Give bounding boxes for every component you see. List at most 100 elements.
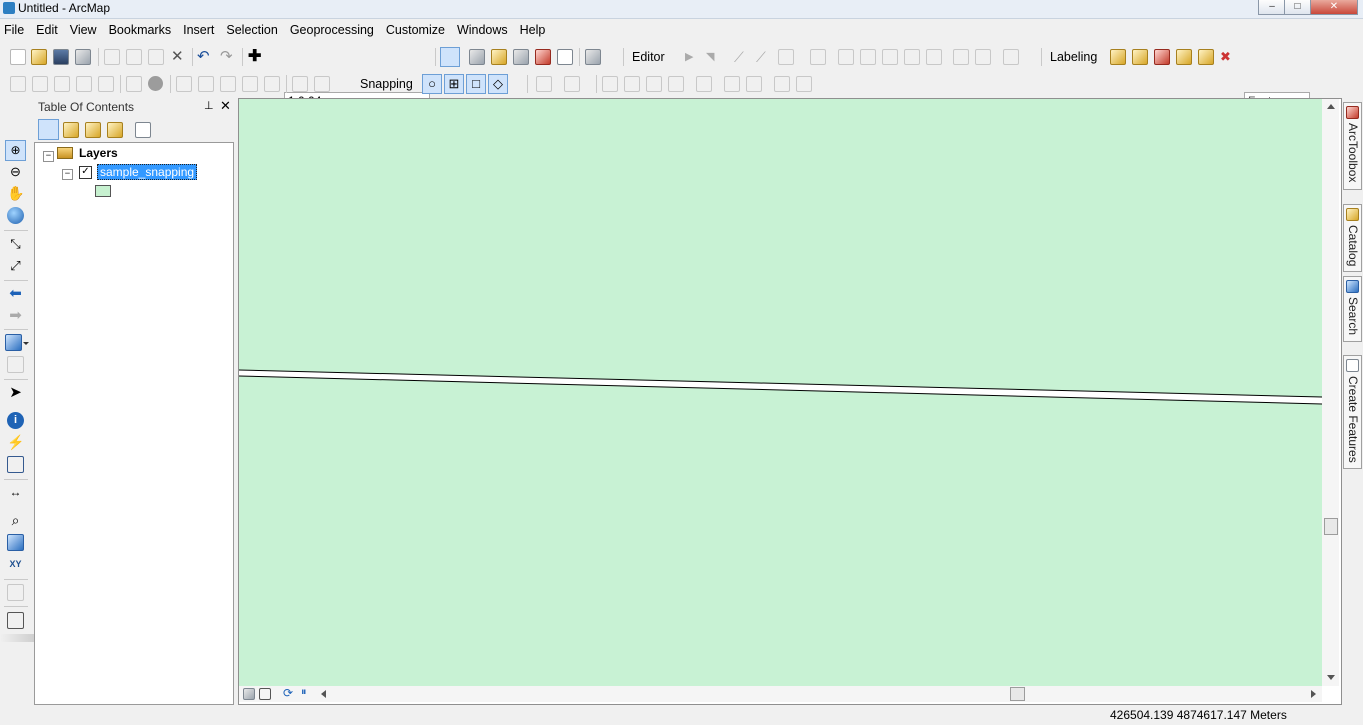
data-view-icon[interactable] [259, 688, 271, 700]
split-icon[interactable] [904, 49, 920, 65]
list-by-visibility-icon[interactable] [85, 122, 101, 138]
generalize-edit-icon[interactable] [746, 76, 762, 92]
delete-icon[interactable]: ✕ [171, 49, 187, 65]
lock-labels-icon[interactable] [1176, 49, 1192, 65]
menu-customize[interactable]: Customize [380, 20, 451, 37]
layer-visibility-checkbox[interactable]: ✓ [79, 166, 92, 179]
reshape-icon[interactable] [860, 49, 876, 65]
menu-edit[interactable]: Edit [30, 20, 64, 37]
rectify-icon[interactable] [796, 76, 812, 92]
fix-topology-icon[interactable] [176, 76, 192, 92]
hyperlink-icon[interactable]: ⚡ [7, 434, 24, 451]
align-edge-icon[interactable] [76, 76, 92, 92]
menu-geoprocessing[interactable]: Geoprocessing [284, 20, 380, 37]
add-data-icon[interactable]: ✚ [248, 49, 264, 65]
model-builder-icon[interactable] [585, 49, 601, 65]
pause-labeling-icon[interactable] [1198, 49, 1214, 65]
go-to-xy-icon[interactable]: XY [7, 556, 24, 573]
snapping-menu[interactable]: Snapping [360, 77, 413, 91]
menu-file[interactable]: File [0, 20, 30, 37]
edit-annotation-icon[interactable]: ◥ [706, 49, 722, 65]
clear-selection-icon[interactable] [7, 356, 24, 373]
tab-create-features[interactable]: Create Features [1343, 355, 1362, 469]
collapse-layer-icon[interactable]: − [62, 169, 73, 180]
menu-help[interactable]: Help [514, 20, 552, 37]
editor-menu[interactable]: Editor [632, 50, 665, 64]
editor-toolbar-toggle-icon[interactable] [440, 47, 460, 67]
list-by-drawing-order-icon[interactable] [38, 119, 59, 140]
zoom-in-icon[interactable]: ⊕ [5, 140, 26, 161]
go-back-icon[interactable]: ⬅ [7, 285, 24, 302]
maximize-button[interactable]: □ [1284, 0, 1311, 15]
point-snapping-icon[interactable]: ○ [422, 74, 442, 94]
topology-edit-icon[interactable] [10, 76, 26, 92]
layer-name[interactable]: sample_snapping [97, 164, 198, 180]
label-manager-icon[interactable] [1110, 49, 1126, 65]
planarize-icon[interactable] [292, 76, 308, 92]
pan-icon[interactable]: ✋ [7, 185, 24, 202]
tab-arctoolbox[interactable]: ArcToolbox [1343, 102, 1362, 190]
reshape-edge-icon[interactable] [54, 76, 70, 92]
end-snapping-icon[interactable]: ⊞ [444, 74, 464, 94]
go-forward-icon[interactable]: ➡ [7, 307, 24, 324]
show-shared-features-icon[interactable] [242, 76, 258, 92]
validate-icon[interactable] [126, 76, 142, 92]
layout-view-icon[interactable] [243, 688, 255, 700]
scroll-left-icon[interactable] [321, 690, 326, 698]
edit-vertices-icon[interactable] [838, 49, 854, 65]
measure-icon[interactable]: ↔ [7, 484, 24, 501]
horizontal-scroll-thumb[interactable] [1010, 687, 1025, 701]
print-icon[interactable] [75, 49, 91, 65]
identify-icon[interactable]: i [7, 412, 24, 429]
select-features-icon[interactable] [5, 334, 22, 351]
html-popup-icon[interactable] [7, 456, 24, 473]
topology-rules-icon[interactable] [198, 76, 214, 92]
tab-search[interactable]: Search [1343, 276, 1362, 342]
vertical-scroll-thumb[interactable] [1324, 518, 1338, 535]
straight-segment-icon[interactable]: ⟋ [734, 49, 750, 65]
redo-icon[interactable]: ↷ [220, 49, 236, 65]
map-topology-icon[interactable] [220, 76, 236, 92]
topology-options-icon[interactable] [314, 76, 330, 92]
label-priority-icon[interactable] [1132, 49, 1148, 65]
close-icon[interactable]: ✕ [220, 98, 231, 114]
explode-multipart-icon[interactable] [724, 76, 740, 92]
new-document-icon[interactable] [10, 49, 26, 65]
open-icon[interactable] [31, 49, 47, 65]
create-features-icon[interactable] [1003, 49, 1019, 65]
copy-icon[interactable] [126, 49, 142, 65]
label-weight-icon[interactable] [1154, 49, 1170, 65]
minimize-button[interactable]: – [1258, 0, 1286, 15]
map-view[interactable] [239, 99, 1322, 686]
create-viewer-window-icon[interactable] [7, 612, 24, 629]
extend-icon[interactable] [646, 76, 662, 92]
menu-view[interactable]: View [64, 20, 103, 37]
zoom-out-icon[interactable]: ⊖ [7, 163, 24, 180]
find-route-icon[interactable] [7, 534, 24, 551]
python-window-icon[interactable] [557, 49, 573, 65]
paste-icon[interactable] [148, 49, 164, 65]
end-point-arc-icon[interactable]: ⟋ [756, 49, 772, 65]
modify-edge-icon[interactable] [32, 76, 48, 92]
select-features-dropdown-icon[interactable] [23, 342, 29, 345]
scroll-right-icon[interactable] [1311, 690, 1316, 698]
undo-icon[interactable]: ↶ [197, 49, 213, 65]
labeling-menu[interactable]: Labeling [1050, 50, 1097, 64]
find-icon[interactable]: ⌕ [7, 512, 24, 529]
catalog-window-icon[interactable] [491, 49, 507, 65]
error-inspector-icon[interactable] [148, 76, 163, 91]
scroll-down-icon[interactable] [1327, 675, 1335, 680]
menu-bookmarks[interactable]: Bookmarks [103, 20, 178, 37]
collapse-layers-icon[interactable]: − [43, 151, 54, 162]
arctoolbox-icon[interactable] [535, 49, 551, 65]
line-intersection-icon[interactable] [696, 76, 712, 92]
search-window-icon[interactable] [513, 49, 529, 65]
tab-catalog[interactable]: Catalog [1343, 204, 1362, 272]
fillet-icon[interactable] [624, 76, 640, 92]
list-by-source-icon[interactable] [63, 122, 79, 138]
spatial-adjustment-icon[interactable] [536, 76, 552, 92]
polygon-feature-south[interactable] [239, 376, 1322, 686]
pause-drawing-icon[interactable]: ⏸ [301, 686, 307, 699]
edit-tool-icon[interactable]: ▶ [685, 49, 701, 65]
cut-polygons-icon[interactable] [882, 49, 898, 65]
